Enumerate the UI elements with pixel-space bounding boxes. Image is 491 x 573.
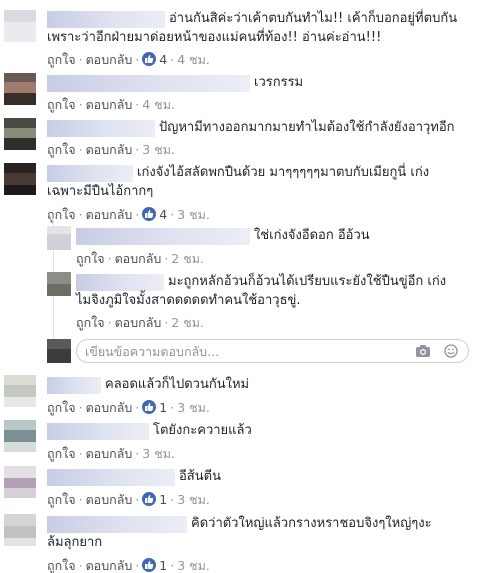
like-link[interactable]: ถูกใจ xyxy=(47,52,76,67)
timestamp[interactable]: 2 ชม. xyxy=(171,315,204,330)
comment-actions: ถูกใจ · ตอบกลับ · 2 ชม. xyxy=(76,315,204,330)
commenter-name[interactable] xyxy=(76,228,250,245)
camera-icon[interactable] xyxy=(415,344,431,358)
like-count[interactable]: 1 xyxy=(159,558,167,573)
commenter-name[interactable] xyxy=(47,423,149,440)
avatar xyxy=(47,339,71,363)
like-link[interactable]: ถูกใจ xyxy=(47,142,76,157)
like-count[interactable]: 1 xyxy=(159,400,167,415)
avatar[interactable] xyxy=(4,466,36,498)
reply-input[interactable] xyxy=(85,342,405,360)
like-link[interactable]: ถูกใจ xyxy=(47,400,76,415)
timestamp[interactable]: 3 ชม. xyxy=(177,400,210,415)
comment-actions: ถูกใจ · ตอบกลับ · 4 · 4 ชม. xyxy=(47,52,210,67)
timestamp[interactable]: 4 ชม. xyxy=(177,52,210,67)
comment-text-line: โตยังกะควายแล้ว xyxy=(153,423,252,438)
like-thumb-icon[interactable] xyxy=(142,207,157,221)
avatar[interactable] xyxy=(4,118,36,150)
comment-text-line: เก่งจังไอ้สลัดพกปืนด้วย มาๆๆๆๆๆมาตบกับเม… xyxy=(137,165,430,180)
avatar[interactable] xyxy=(4,375,36,407)
avatar[interactable] xyxy=(4,420,36,452)
like-thumb-icon[interactable] xyxy=(142,52,157,66)
reply-link[interactable]: ตอบกลับ xyxy=(86,97,133,112)
timestamp[interactable]: 3 ชม. xyxy=(177,492,210,507)
commenter-name[interactable] xyxy=(47,377,101,394)
comment-actions: ถูกใจ · ตอบกลับ · 3 ชม. xyxy=(47,446,175,461)
like-link[interactable]: ถูกใจ xyxy=(47,207,76,222)
comment-actions: ถูกใจ · ตอบกลับ · 1 · 3 ชม. xyxy=(47,400,210,415)
timestamp[interactable]: 3 ชม. xyxy=(177,558,210,573)
timestamp[interactable]: 3 ชม. xyxy=(142,446,175,461)
reply-link[interactable]: ตอบกลับ xyxy=(86,558,133,573)
like-count[interactable]: 4 xyxy=(159,207,167,222)
comment-text-line: คิดว่าตัวใหญ่แล้วกรางหราชอบจิงๆใหญ่ๆงะ xyxy=(191,516,432,531)
comment-actions: ถูกใจ · ตอบกลับ · 4 · 3 ชม. xyxy=(47,207,210,222)
comment-actions: ถูกใจ · ตอบกลับ · 1 · 3 ชม. xyxy=(47,492,210,507)
timestamp[interactable]: 3 ชม. xyxy=(177,207,210,222)
comment-text-line: ล้มลุกยาก xyxy=(47,535,103,550)
comment-text-line: เวรกรรม xyxy=(254,75,304,90)
reply-link[interactable]: ตอบกลับ xyxy=(115,315,162,330)
emoji-icon[interactable] xyxy=(443,344,459,358)
like-link[interactable]: ถูกใจ xyxy=(47,492,76,507)
commenter-name[interactable] xyxy=(47,120,155,137)
timestamp[interactable]: 2 ชม. xyxy=(171,251,204,266)
commenter-name[interactable] xyxy=(47,165,133,182)
like-count[interactable]: 1 xyxy=(159,492,167,507)
commenter-name[interactable] xyxy=(76,274,164,291)
avatar[interactable] xyxy=(4,73,36,105)
commenter-name[interactable] xyxy=(47,75,250,92)
like-link[interactable]: ถูกใจ xyxy=(47,446,76,461)
avatar[interactable] xyxy=(4,10,36,42)
commenter-name[interactable] xyxy=(47,11,165,28)
comment-text-line: ไมจิงภูมิใจมั้งสาดดดดดทำคนใช้อาวุธขู่. xyxy=(76,293,301,308)
comment-text-line: เพราะว่าอีกฝ่ายมาด่อยหน้าของแม่คนที่ท้อง… xyxy=(47,30,382,45)
comment-actions: ถูกใจ · ตอบกลับ · 4 ชม. xyxy=(47,97,175,112)
reply-composer[interactable] xyxy=(76,339,469,363)
like-thumb-icon[interactable] xyxy=(142,558,157,572)
like-link[interactable]: ถูกใจ xyxy=(47,97,76,112)
reply-link[interactable]: ตอบกลับ xyxy=(86,492,133,507)
like-link[interactable]: ถูกใจ xyxy=(47,558,76,573)
timestamp[interactable]: 3 ชม. xyxy=(142,142,175,157)
reply-link[interactable]: ตอบกลับ xyxy=(86,142,133,157)
like-link[interactable]: ถูกใจ xyxy=(76,315,105,330)
commenter-name[interactable] xyxy=(47,516,187,533)
commenter-name[interactable] xyxy=(47,469,175,486)
like-link[interactable]: ถูกใจ xyxy=(76,251,105,266)
reply-link[interactable]: ตอบกลับ xyxy=(86,446,133,461)
comment-actions: ถูกใจ · ตอบกลับ · 3 ชม. xyxy=(47,142,175,157)
like-thumb-icon[interactable] xyxy=(142,400,157,414)
comment-actions: ถูกใจ · ตอบกลับ · 1 · 3 ชม. xyxy=(47,558,210,573)
avatar[interactable] xyxy=(4,163,36,195)
like-count[interactable]: 4 xyxy=(159,52,167,67)
reply-link[interactable]: ตอบกลับ xyxy=(115,251,162,266)
avatar[interactable] xyxy=(47,272,71,296)
comment-actions: ถูกใจ · ตอบกลับ · 2 ชม. xyxy=(76,251,204,266)
avatar[interactable] xyxy=(4,514,36,546)
avatar[interactable] xyxy=(47,226,71,250)
reply-link[interactable]: ตอบกลับ xyxy=(86,400,133,415)
like-thumb-icon[interactable] xyxy=(142,492,157,506)
reply-link[interactable]: ตอบกลับ xyxy=(86,52,133,67)
comment-text-line: ปัญหามีทางออกมากมายทำไมต้องใช้กำลังยังอา… xyxy=(159,120,455,135)
comment-text-line: ใช่เก่งจังอีดอก อีอ้วน xyxy=(254,228,370,243)
timestamp[interactable]: 4 ชม. xyxy=(142,97,175,112)
comment-text-line: เฉพาะมีปืนไอ้กากๆ xyxy=(47,184,154,199)
comment-text-line: คลอดแล้วก็ไปดวนกันใหม่ xyxy=(105,377,250,392)
comment-text-line: อีส้นตีน xyxy=(179,469,221,484)
reply-link[interactable]: ตอบกลับ xyxy=(86,207,133,222)
